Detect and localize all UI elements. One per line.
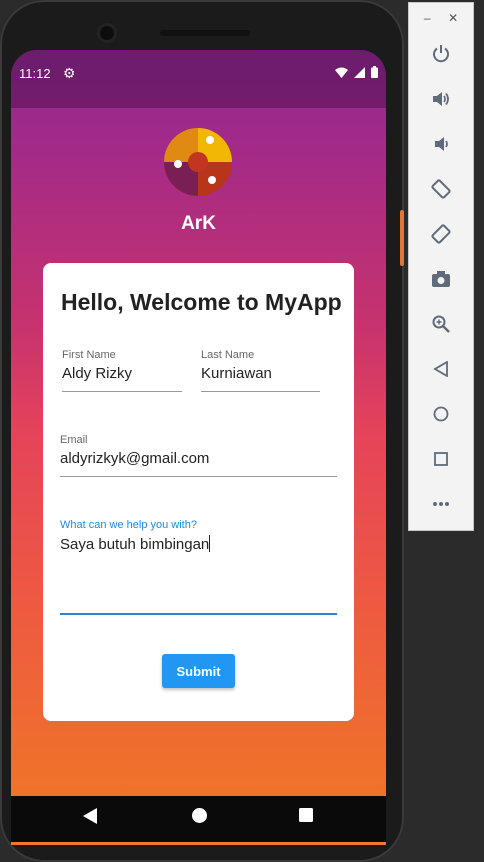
rotate-left-icon[interactable] xyxy=(426,174,456,204)
settings-icon: ⚙ xyxy=(63,65,76,81)
nav-home-icon[interactable] xyxy=(192,808,207,823)
form-card: Hello, Welcome to MyApp First Name Aldy … xyxy=(43,263,354,721)
overview-icon[interactable] xyxy=(426,444,456,474)
text-caret xyxy=(209,535,211,552)
navigation-bar xyxy=(11,796,386,842)
nav-back-icon[interactable] xyxy=(83,808,97,824)
form-heading: Hello, Welcome to MyApp xyxy=(61,289,342,315)
signal-icon xyxy=(354,66,365,78)
first-name-underline xyxy=(62,391,182,392)
emulator-toolbar: – ✕ xyxy=(408,2,474,531)
status-bar: 11:12 ⚙ xyxy=(11,50,386,108)
last-name-label: Last Name xyxy=(201,349,255,361)
close-icon[interactable]: ✕ xyxy=(448,11,458,25)
message-text: Saya butuh bimbingan xyxy=(60,536,210,553)
last-name-field[interactable]: Last Name Kurniawan xyxy=(201,349,320,392)
first-name-field[interactable]: First Name Aldy Rizky xyxy=(62,349,182,392)
message-label: What can we help you with? xyxy=(60,519,197,531)
more-icon[interactable] xyxy=(426,489,456,519)
zoom-icon[interactable] xyxy=(426,309,456,339)
message-underline xyxy=(60,613,337,615)
first-name-value: Aldy Rizky xyxy=(62,365,133,382)
email-field[interactable]: Email aldyrizkyk@gmail.com xyxy=(60,434,337,477)
back-icon[interactable] xyxy=(426,354,456,384)
email-underline xyxy=(60,476,337,477)
battery-icon xyxy=(371,66,378,78)
volume-up-icon[interactable] xyxy=(426,84,456,114)
wifi-icon xyxy=(335,67,348,78)
nav-recents-icon[interactable] xyxy=(299,808,313,822)
message-value: Saya butuh bimbingan xyxy=(60,535,337,553)
first-name-label: First Name xyxy=(62,349,116,361)
minimize-icon[interactable]: – xyxy=(424,11,431,25)
app-name: ArK xyxy=(181,213,216,234)
status-time: 11:12 xyxy=(19,66,51,81)
last-name-value: Kurniawan xyxy=(201,365,272,382)
email-label: Email xyxy=(60,434,88,446)
side-button[interactable] xyxy=(400,210,404,266)
camera-icon[interactable] xyxy=(426,264,456,294)
app-logo-icon xyxy=(164,128,232,196)
last-name-underline xyxy=(201,391,320,392)
volume-down-icon[interactable] xyxy=(426,129,456,159)
front-camera xyxy=(100,26,114,40)
home-icon[interactable] xyxy=(426,399,456,429)
message-field[interactable]: What can we help you with? Saya butuh bi… xyxy=(60,519,337,615)
rotate-right-icon[interactable] xyxy=(426,219,456,249)
email-value: aldyrizkyk@gmail.com xyxy=(60,450,210,467)
submit-button[interactable]: Submit xyxy=(162,654,235,688)
earpiece xyxy=(160,30,250,36)
phone-screen: 11:12 ⚙ ArK Hello, Welcome to MyApp Firs… xyxy=(11,50,386,845)
power-icon[interactable] xyxy=(426,39,456,69)
